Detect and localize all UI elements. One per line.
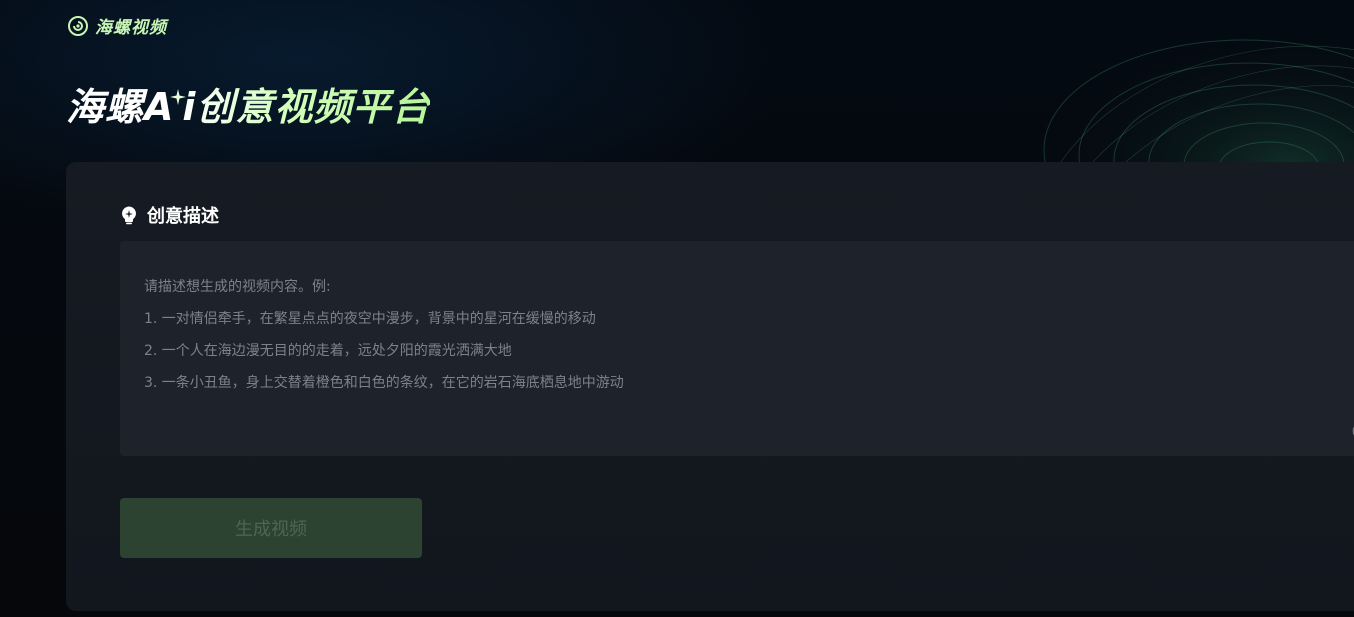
prompt-placeholder: 请描述想生成的视频内容。例: 1. 一对情侣牵手，在繁星点点的夜空中漫步，背景中… xyxy=(144,271,624,399)
brand-name: 海螺视频 xyxy=(95,18,167,38)
page-title: 海螺A i创意视频平台 xyxy=(66,76,430,131)
placeholder-line: 1. 一对情侣牵手，在繁星点点的夜空中漫步，背景中的星河在缓慢的移动 xyxy=(144,311,596,327)
page-title-secondary: i创意视频平台 xyxy=(182,76,430,131)
section-header: 创意描述 xyxy=(119,202,219,228)
placeholder-line: 请描述想生成的视频内容。例: xyxy=(144,279,331,295)
section-title: 创意描述 xyxy=(147,206,219,227)
page-title-primary: 海螺A xyxy=(66,85,175,129)
generate-video-button[interactable]: 生成视频 xyxy=(120,498,422,558)
placeholder-line: 2. 一个人在海边漫无目的的走着，远处夕阳的霞光洒满大地 xyxy=(144,343,512,359)
snail-shell-icon xyxy=(68,15,88,36)
brand-logo[interactable]: 海螺视频 xyxy=(67,13,167,38)
prompt-textarea[interactable]: 请描述想生成的视频内容。例: 1. 一对情侣牵手，在繁星点点的夜空中漫步，背景中… xyxy=(120,241,1354,456)
placeholder-line: 3. 一条小丑鱼，身上交替着橙色和白色的条纹，在它的岩石海底栖息地中游动 xyxy=(144,375,624,391)
lightbulb-icon xyxy=(122,206,136,225)
prompt-card: 创意描述 请描述想生成的视频内容。例: 1. 一对情侣牵手，在繁星点点的夜空中漫… xyxy=(66,162,1354,611)
page: 海螺视频 海螺A i创意视频平台 创意描述 请描述想生成的视频内容。例: 1. … xyxy=(0,0,1354,617)
